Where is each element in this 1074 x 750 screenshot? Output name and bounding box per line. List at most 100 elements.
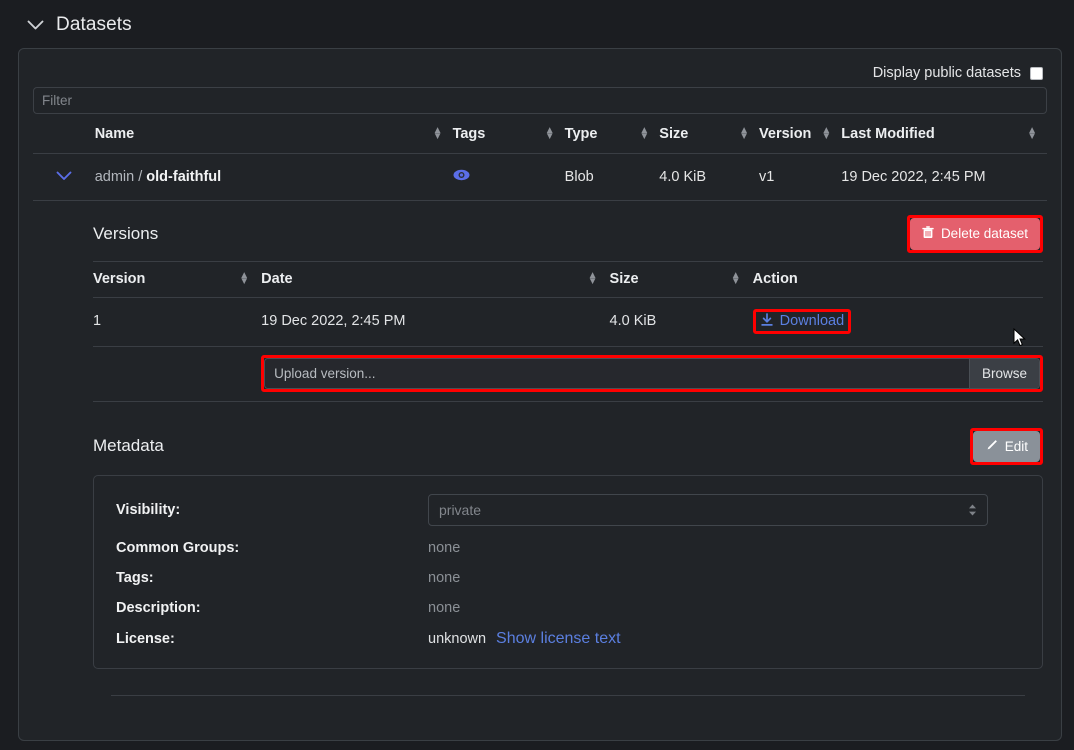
delete-dataset-label: Delete dataset (940, 226, 1028, 241)
sort-icon[interactable]: ▲ ▼ (1027, 125, 1037, 141)
table-row[interactable]: admin / old-faithful Blob 4.0 KiB v1 19 … (33, 153, 1047, 201)
version-action-cell: Download (752, 297, 1043, 347)
metadata-card: Visibility: private Common Groups: none … (93, 475, 1043, 669)
page-title: Datasets (56, 14, 132, 35)
download-label: Download (779, 313, 845, 329)
edit-metadata-label: Edit (1004, 438, 1028, 454)
edit-metadata-button[interactable]: Edit (972, 430, 1040, 462)
dataset-owner: admin / (94, 168, 143, 185)
metadata-value-license-row: unknown Show license text (428, 630, 1020, 648)
column-header-last-modified[interactable]: Last Modified ▲ ▼ (841, 114, 1047, 154)
metadata-value-tags: none (428, 570, 461, 586)
versions-header: Versions Delete dataset (93, 215, 1043, 253)
column-header-size[interactable]: Size ▲ ▼ (609, 260, 753, 298)
dataset-size: 4.0 KiB (659, 153, 760, 201)
display-public-datasets-label: Display public datasets (872, 65, 1021, 81)
datasets-table-header-row: Name ▲ ▼ Tags ▲ ▼ Type ▲ ▼ Size ▲ ▼ Vers… (33, 114, 1047, 154)
metadata-value-visibility: private (428, 494, 1020, 526)
column-label: Date (261, 270, 293, 287)
sort-icon[interactable]: ▲ ▼ (588, 271, 598, 287)
display-public-datasets-checkbox[interactable] (1030, 66, 1043, 80)
column-header-version[interactable]: Version ▲ ▼ (93, 260, 262, 298)
chevron-updown-icon (968, 503, 977, 517)
pencil-icon (985, 439, 998, 455)
browse-button[interactable]: Browse (968, 358, 1039, 388)
column-label: Action (752, 270, 798, 287)
dataset-name-cell[interactable]: admin / old-faithful (94, 153, 453, 201)
dataset-version: v1 (759, 153, 842, 201)
sort-icon[interactable]: ▲ ▼ (433, 125, 443, 141)
datasets-table: Name ▲ ▼ Tags ▲ ▼ Type ▲ ▼ Size ▲ ▼ Vers… (33, 114, 1047, 201)
column-header-tags[interactable]: Tags ▲ ▼ (452, 114, 565, 154)
display-public-datasets-row[interactable]: Display public datasets (19, 49, 1061, 87)
metadata-title: Metadata (93, 436, 164, 456)
upload-version-placeholder: Upload version... (265, 358, 969, 388)
visibility-select-value: private (439, 502, 482, 518)
column-header-type[interactable]: Type ▲ ▼ (564, 114, 660, 154)
column-header-date[interactable]: Date ▲ ▼ (261, 260, 610, 298)
column-label: Version (759, 126, 812, 142)
column-label: Size (609, 270, 639, 287)
eye-icon[interactable] (453, 168, 470, 185)
metadata-label-license: License: (116, 631, 175, 647)
column-label: Version (93, 270, 146, 287)
version-number: 1 (93, 297, 262, 347)
column-header-name[interactable]: Name ▲ ▼ (94, 114, 453, 154)
upload-version-row: Upload version... Browse (93, 346, 1043, 402)
upload-spacer-cell (93, 346, 262, 402)
versions-title: Versions (93, 223, 159, 243)
download-icon (760, 312, 774, 330)
column-label: Size (659, 126, 689, 142)
dataset-type: Blob (564, 153, 660, 201)
metadata-value-common-groups: none (428, 540, 461, 556)
datasets-card: Display public datasets Name ▲▼ (18, 48, 1062, 741)
filter-wrapper (19, 87, 1061, 114)
show-license-text-link[interactable]: Show license text (496, 630, 621, 648)
column-label: Tags (452, 126, 486, 142)
metadata-label-common-groups: Common Groups: (116, 540, 240, 556)
column-header-size[interactable]: Size ▲ ▼ (659, 114, 760, 154)
column-header-action: Action (752, 260, 1043, 298)
dataset-last-modified: 19 Dec 2022, 2:45 PM (841, 153, 1047, 201)
version-size: 4.0 KiB (609, 297, 753, 347)
metadata-grid: Visibility: private Common Groups: none … (116, 494, 1020, 648)
column-label: Name (94, 126, 135, 142)
download-link[interactable]: Download (760, 312, 845, 330)
sort-icon[interactable]: ▲ ▼ (739, 125, 749, 141)
metadata-header: Metadata Edit (93, 427, 1043, 465)
visibility-select[interactable]: private (428, 494, 988, 526)
download-highlight: Download (752, 308, 852, 334)
sort-icon[interactable]: ▲ ▼ (545, 125, 555, 141)
mouse-cursor (1013, 327, 1027, 348)
upload-version-highlight: Upload version... Browse (261, 354, 1043, 392)
metadata-label-description: Description: (116, 600, 201, 616)
dataset-detail-panel: Versions Delete dataset Version ▲ ▼ Date… (19, 201, 1061, 696)
metadata-value-description: none (428, 600, 461, 616)
chevron-down-icon[interactable] (26, 20, 44, 31)
expander-column (33, 114, 95, 154)
filter-input[interactable] (33, 87, 1047, 114)
row-expander[interactable] (33, 153, 95, 201)
upload-version-input[interactable]: Upload version... Browse (264, 357, 1040, 389)
table-row: 1 19 Dec 2022, 2:45 PM 4.0 KiB Download (93, 297, 1043, 347)
sort-icon[interactable]: ▲ ▼ (821, 125, 831, 141)
column-label: Type (564, 126, 598, 142)
datasets-table-wrapper: Name ▲ ▼ Tags ▲ ▼ Type ▲ ▼ Size ▲ ▼ Vers… (19, 114, 1061, 201)
datasets-page: Datasets Display public datasets Filter … (0, 0, 1074, 750)
datasets-section-header[interactable]: Datasets (0, 0, 1074, 48)
version-date: 19 Dec 2022, 2:45 PM (261, 297, 610, 347)
panel-divider (111, 695, 1025, 696)
column-header-version[interactable]: Version ▲ ▼ (759, 114, 842, 154)
column-label: Last Modified (841, 126, 935, 142)
delete-dataset-highlight: Delete dataset (906, 215, 1043, 253)
edit-metadata-highlight: Edit (969, 427, 1043, 465)
dataset-name: old-faithful (146, 168, 222, 185)
versions-table-header-row: Version ▲ ▼ Date ▲ ▼ Size ▲ ▼ Action (93, 260, 1043, 298)
dataset-tags-cell (452, 153, 565, 201)
delete-dataset-button[interactable]: Delete dataset (909, 218, 1040, 250)
sort-icon[interactable]: ▲ ▼ (639, 125, 649, 141)
sort-icon[interactable]: ▲ ▼ (239, 271, 249, 287)
trash-icon (922, 226, 934, 242)
upload-version-cell: Upload version... Browse (261, 346, 1043, 402)
sort-icon[interactable]: ▲ ▼ (731, 271, 741, 287)
